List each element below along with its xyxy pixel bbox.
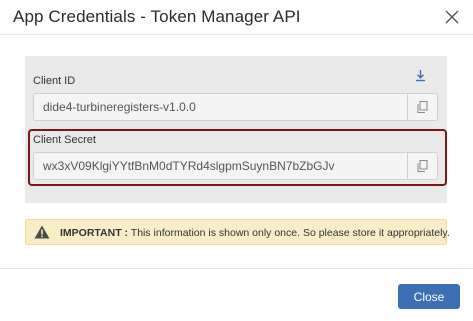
footer-divider xyxy=(0,268,473,269)
copy-icon xyxy=(417,101,428,113)
credentials-dialog: App Credentials - Token Manager API Clie… xyxy=(0,0,473,321)
warning-icon xyxy=(34,225,50,244)
notice-strong: IMPORTANT : xyxy=(60,227,129,239)
client-secret-value: wx3xV09KlgiYYtfBnM0dTYRd4slgpmSuynBN7bZb… xyxy=(43,159,335,173)
copy-icon xyxy=(417,160,428,172)
dialog-title: App Credentials - Token Manager API xyxy=(13,7,301,26)
copy-client-secret-button[interactable] xyxy=(407,153,437,179)
close-button[interactable]: Close xyxy=(398,284,460,309)
client-secret-field[interactable]: wx3xV09KlgiYYtfBnM0dTYRd4slgpmSuynBN7bZb… xyxy=(33,152,438,180)
client-id-field[interactable]: dide4-turbineregisters-v1.0.0 xyxy=(33,93,438,121)
notice-text: IMPORTANT : This information is shown on… xyxy=(60,227,450,239)
notice-message: This information is shown only once. So … xyxy=(128,227,450,239)
client-secret-label: Client Secret xyxy=(33,134,96,146)
copy-client-id-button[interactable] xyxy=(407,94,437,120)
dialog-header: App Credentials - Token Manager API xyxy=(0,0,473,35)
client-id-value: dide4-turbineregisters-v1.0.0 xyxy=(43,100,196,114)
important-notice: IMPORTANT : This information is shown on… xyxy=(25,219,450,245)
close-icon[interactable] xyxy=(443,8,461,26)
download-icon[interactable] xyxy=(414,69,427,82)
client-id-label: Client ID xyxy=(33,75,76,87)
